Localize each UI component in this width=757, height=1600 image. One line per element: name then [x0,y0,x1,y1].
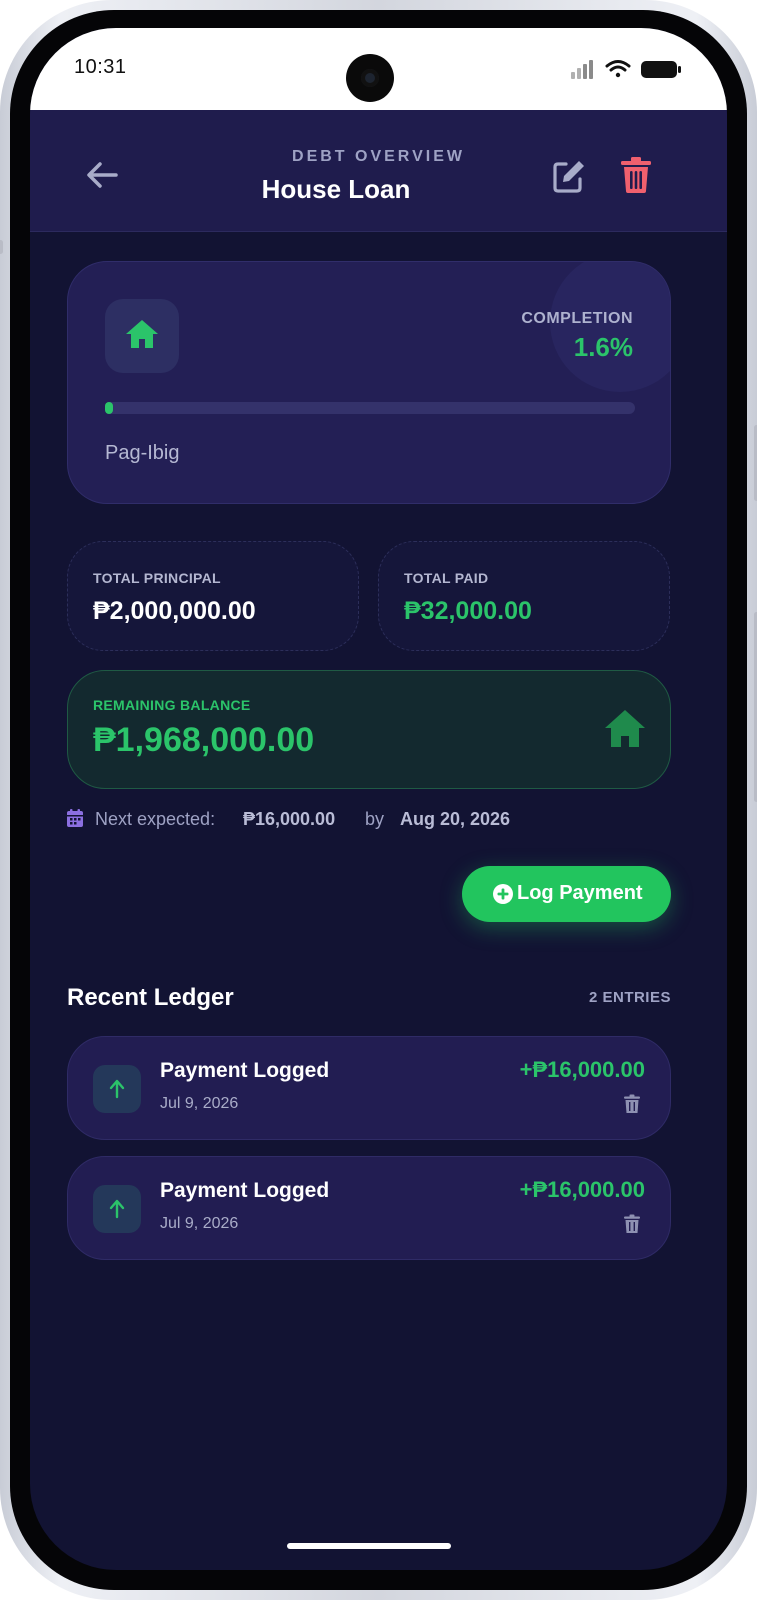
plus-circle-icon [493,884,513,904]
lender-name: Pag-Ibig [105,442,180,464]
ledger-item[interactable]: Payment Logged Jul 9, 2026 +₱16,000.00 [67,1036,671,1140]
status-icons [571,60,681,79]
home-icon [605,710,645,747]
ledger-item[interactable]: Payment Logged Jul 9, 2026 +₱16,000.00 [67,1156,671,1260]
ledger-item-amount: +₱16,000.00 [519,1177,645,1202]
next-payment-date: Aug 20, 2026 [400,809,511,829]
ledger-item-title: Payment Logged [160,1059,330,1082]
wifi-icon [605,60,631,78]
total-paid-label: TOTAL PAID [404,570,489,586]
edit-icon[interactable] [552,158,586,194]
ledger-item-date: Jul 9, 2026 [160,1215,239,1232]
debt-icon-box [105,299,179,373]
home-icon [126,320,158,348]
ledger-icon-box [93,1065,141,1113]
log-payment-label: Log Payment [517,882,643,904]
trash-icon[interactable] [624,1214,640,1234]
status-bar: 10:31 [30,28,727,110]
status-time: 10:31 [74,56,127,78]
completion-value: 1.6% [573,332,633,362]
front-camera [346,54,394,102]
remaining-balance-value: ₱1,968,000.00 [93,721,315,759]
ledger-entry-count: 2 ENTRIES [588,989,671,1006]
calendar-icon [67,809,83,827]
remaining-balance-label: REMAINING BALANCE [93,697,251,713]
side-button-left [0,240,3,254]
battery-icon [641,61,681,78]
ledger-item-date: Jul 9, 2026 [160,1095,239,1112]
total-paid-value: ₱32,000.00 [404,597,532,625]
next-payment-by: by [365,809,385,829]
app-header: DEBT OVERVIEW House Loan [30,110,727,232]
ledger-icon-box [93,1185,141,1233]
arrow-up-icon [109,1199,125,1219]
remaining-balance-card: REMAINING BALANCE ₱1,968,000.00 [67,670,671,789]
debt-summary-card: COMPLETION 1.6% Pag-Ibig [67,261,671,504]
completion-progress-bar [105,402,635,414]
ledger-title: Recent Ledger [67,984,234,1011]
total-principal-card: TOTAL PRINCIPAL ₱2,000,000.00 [67,541,359,651]
phone-frame: 10:31 DEBT OVERVIEW House Loan COMPLETIO… [0,0,757,1600]
ledger-item-amount: +₱16,000.00 [519,1057,645,1082]
page-title: House Loan [261,174,411,204]
log-payment-button[interactable]: Log Payment [462,866,671,922]
total-principal-label: TOTAL PRINCIPAL [93,570,221,586]
home-indicator[interactable] [287,1543,451,1549]
next-payment-amount: ₱16,000.00 [243,809,336,829]
signal-icon [571,60,593,79]
arrow-up-icon [109,1079,125,1099]
total-principal-value: ₱2,000,000.00 [93,597,256,625]
completion-label: COMPLETION [521,310,633,327]
screen: 10:31 DEBT OVERVIEW House Loan COMPLETIO… [30,28,727,1570]
total-paid-card: TOTAL PAID ₱32,000.00 [378,541,670,651]
completion-progress-fill [105,402,114,414]
next-payment-prefix: Next expected: [95,809,216,829]
trash-icon[interactable] [624,1094,640,1114]
trash-icon[interactable] [620,156,652,194]
ledger-item-title: Payment Logged [160,1179,330,1202]
